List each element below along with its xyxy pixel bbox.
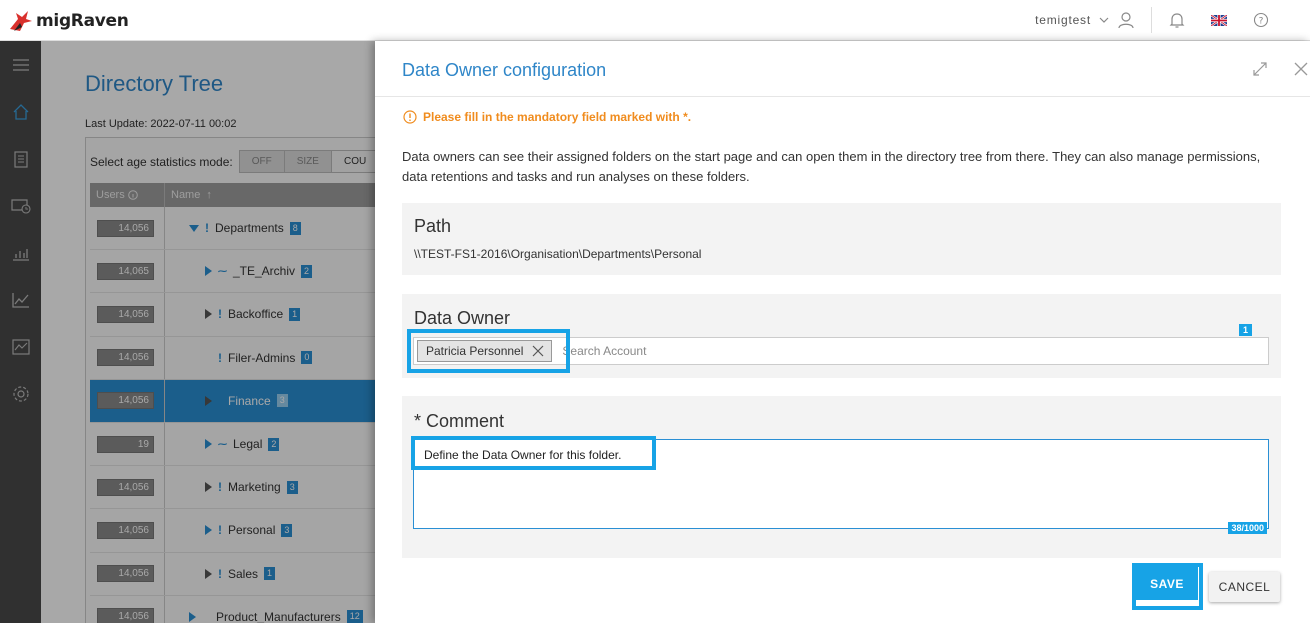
path-card: Path \\TEST-FS1-2016\Organisation\Depart…: [402, 203, 1281, 275]
owner-chip[interactable]: Patricia Personnel: [417, 340, 553, 362]
comment-card: * Comment Define the Data Owner for this…: [402, 396, 1281, 558]
help-icon[interactable]: ?: [1246, 0, 1276, 40]
user-icon[interactable]: [1111, 0, 1141, 40]
dialog-title: Data Owner configuration: [402, 60, 607, 80]
data-owner-card: Data Owner 1 Patricia Personnel: [402, 294, 1281, 378]
svg-text:?: ?: [1259, 17, 1264, 27]
data-owner-dialog: Data Owner configuration Please fill in …: [375, 41, 1310, 623]
dialog-description: Data owners can see their assigned folde…: [402, 149, 1261, 184]
expand-icon[interactable]: [1250, 59, 1270, 79]
warning-text: Please fill in the mandatory field marke…: [423, 110, 692, 124]
comment-label: * Comment: [414, 411, 505, 431]
bell-icon[interactable]: [1162, 0, 1192, 40]
top-bar: migRaven temigtest ?: [0, 0, 1310, 41]
comment-textarea[interactable]: Define the Data Owner for this folder. 3…: [413, 439, 1269, 534]
data-owner-label: Data Owner: [414, 308, 511, 328]
close-icon[interactable]: [1291, 59, 1310, 79]
app-logo-text: migRaven: [36, 11, 129, 31]
comment-text: Define the Data Owner for this folder.: [424, 448, 622, 462]
cancel-button[interactable]: CANCEL: [1209, 572, 1280, 602]
save-button[interactable]: SAVE: [1136, 567, 1198, 600]
dialog-header: Data Owner configuration: [375, 41, 1310, 97]
chevron-down-icon[interactable]: [1097, 0, 1111, 40]
modal-backdrop[interactable]: [0, 41, 375, 623]
owner-select[interactable]: Patricia Personnel: [413, 337, 1269, 365]
path-label: Path: [414, 216, 452, 236]
username[interactable]: temigtest: [1035, 13, 1091, 27]
warning-circle-icon: [403, 110, 417, 124]
owner-chip-label: Patricia Personnel: [426, 344, 524, 358]
char-count: 38/1000: [1228, 522, 1267, 534]
user-area: temigtest ?: [1035, 0, 1310, 40]
search-account-input[interactable]: [562, 344, 1163, 358]
remove-owner-icon[interactable]: [531, 344, 545, 358]
raven-logo-icon: [10, 11, 32, 31]
mandatory-warning: Please fill in the mandatory field marke…: [403, 110, 691, 124]
path-value: \\TEST-FS1-2016\Organisation\Departments…: [414, 247, 702, 261]
uk-flag-icon[interactable]: [1204, 0, 1234, 40]
app-logo[interactable]: migRaven: [8, 8, 129, 34]
owner-count-badge: 1: [1238, 324, 1252, 336]
divider: [1151, 7, 1152, 33]
